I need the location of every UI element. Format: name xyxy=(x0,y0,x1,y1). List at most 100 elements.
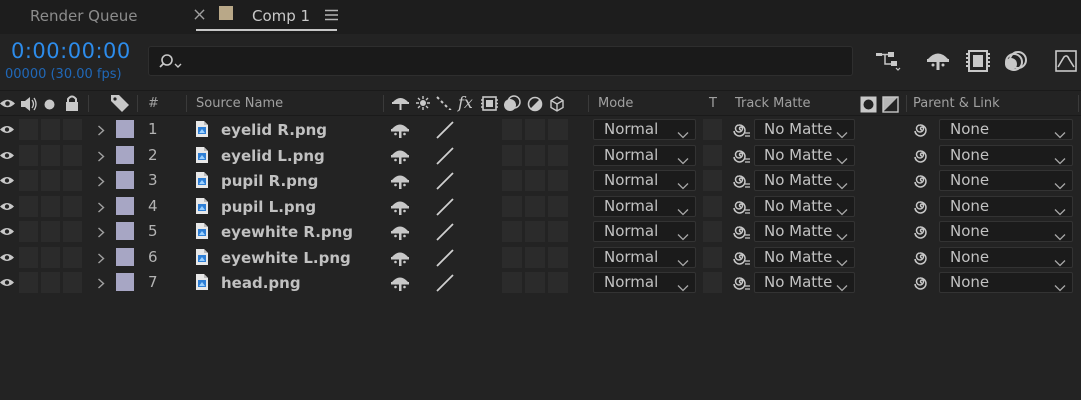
layer-row[interactable]: 5 eyewhite R.png Normal No Matte None xyxy=(0,219,1081,245)
composition-flowchart-icon[interactable] xyxy=(875,48,901,74)
layer-label-color-swatch[interactable] xyxy=(116,273,134,291)
layer-row[interactable]: 4 pupil L.png Normal No Matte None xyxy=(0,193,1081,219)
audio-toggle-cell[interactable] xyxy=(19,195,38,217)
panel-menu-icon[interactable] xyxy=(325,9,338,21)
audio-toggle-cell[interactable] xyxy=(19,221,38,242)
audio-speaker-icon[interactable] xyxy=(20,96,38,112)
parent-dropdown[interactable]: None xyxy=(939,246,1073,268)
blend-mode-dropdown[interactable]: Normal xyxy=(593,272,696,293)
layer-shy-switch-icon[interactable] xyxy=(390,274,410,292)
track-matte-pickwhip-icon[interactable] xyxy=(731,121,751,139)
blend-mode-dropdown[interactable]: Normal xyxy=(593,246,696,268)
3d-switch[interactable] xyxy=(548,221,568,242)
column-header-mode[interactable]: Mode xyxy=(598,96,633,111)
adjustment-switch[interactable] xyxy=(525,170,545,191)
lock-icon[interactable] xyxy=(65,95,79,111)
layer-visibility-eye-icon[interactable] xyxy=(0,123,14,135)
parent-dropdown[interactable]: None xyxy=(939,144,1073,166)
audio-toggle-cell[interactable] xyxy=(19,144,38,166)
3d-switch[interactable] xyxy=(548,246,568,268)
layer-visibility-eye-icon[interactable] xyxy=(0,149,14,161)
column-header-t[interactable]: T xyxy=(709,96,717,111)
blend-mode-dropdown[interactable]: Normal xyxy=(593,119,696,140)
parent-pickwhip-icon[interactable] xyxy=(912,223,932,241)
shy-layers-icon[interactable] xyxy=(925,48,951,74)
expand-chevron-icon[interactable] xyxy=(97,124,105,136)
3d-switch[interactable] xyxy=(548,119,568,140)
layer-visibility-eye-icon[interactable] xyxy=(0,174,14,186)
adjustment-layer-icon[interactable] xyxy=(527,96,543,112)
quality-icon[interactable] xyxy=(436,96,452,110)
layer-label-color-swatch[interactable] xyxy=(116,171,134,189)
layer-name[interactable]: head.png xyxy=(221,274,301,292)
layer-row[interactable]: 6 eyewhite L.png Normal No Matte None xyxy=(0,244,1081,270)
motion-blur-switch[interactable] xyxy=(502,272,522,293)
track-matte-dropdown[interactable]: No Matte xyxy=(754,195,855,217)
parent-pickwhip-icon[interactable] xyxy=(912,198,932,216)
track-matte-pickwhip-icon[interactable] xyxy=(731,172,751,190)
layer-shy-switch-icon[interactable] xyxy=(390,223,410,241)
layer-quality-switch-icon[interactable] xyxy=(435,223,455,241)
layer-label-color-swatch[interactable] xyxy=(116,145,134,164)
lock-toggle-cell[interactable] xyxy=(63,195,82,217)
layer-visibility-eye-icon[interactable] xyxy=(0,200,14,212)
current-time-display[interactable]: 0:00:00:00 xyxy=(11,39,131,63)
motion-blur-switch[interactable] xyxy=(502,170,522,191)
track-matte-pickwhip-icon[interactable] xyxy=(731,223,751,241)
expand-chevron-icon[interactable] xyxy=(97,277,105,289)
motion-blur-switch[interactable] xyxy=(502,144,522,166)
motion-blur-switch[interactable] xyxy=(502,119,522,140)
lock-toggle-cell[interactable] xyxy=(63,144,82,166)
expand-chevron-icon[interactable] xyxy=(97,150,105,162)
audio-toggle-cell[interactable] xyxy=(19,119,38,140)
solo-toggle-cell[interactable] xyxy=(41,144,60,166)
audio-toggle-cell[interactable] xyxy=(19,246,38,268)
matte-invert-icon[interactable] xyxy=(882,96,899,113)
adjustment-switch[interactable] xyxy=(525,246,545,268)
track-matte-dropdown[interactable]: No Matte xyxy=(754,246,855,268)
track-matte-pickwhip-icon[interactable] xyxy=(731,249,751,267)
layer-name[interactable]: eyewhite R.png xyxy=(221,223,353,241)
preserve-transparency-toggle[interactable] xyxy=(703,119,722,140)
column-header-source-name[interactable]: Source Name xyxy=(196,96,283,111)
layer-visibility-eye-icon[interactable] xyxy=(0,251,14,263)
parent-dropdown[interactable]: None xyxy=(939,272,1073,293)
parent-pickwhip-icon[interactable] xyxy=(912,249,932,267)
matte-source-icon[interactable] xyxy=(860,96,877,113)
motion-blur-column-icon[interactable] xyxy=(502,95,522,112)
search-icon[interactable] xyxy=(159,53,185,71)
lock-toggle-cell[interactable] xyxy=(63,119,82,140)
column-header-parent-link[interactable]: Parent & Link xyxy=(913,96,1000,111)
parent-dropdown[interactable]: None xyxy=(939,195,1073,217)
parent-pickwhip-icon[interactable] xyxy=(912,147,932,165)
layer-name[interactable]: eyewhite L.png xyxy=(221,249,351,267)
layer-row[interactable]: 1 eyelid R.png Normal No Matte None xyxy=(0,117,1081,143)
parent-dropdown[interactable]: None xyxy=(939,170,1073,191)
expand-chevron-icon[interactable] xyxy=(97,226,105,238)
layer-row[interactable]: 3 pupil R.png Normal No Matte None xyxy=(0,168,1081,194)
track-matte-dropdown[interactable]: No Matte xyxy=(754,119,855,140)
layer-label-color-swatch[interactable] xyxy=(116,247,134,266)
track-matte-pickwhip-icon[interactable] xyxy=(731,147,751,165)
adjustment-switch[interactable] xyxy=(525,272,545,293)
layer-shy-switch-icon[interactable] xyxy=(390,249,410,267)
blend-mode-dropdown[interactable]: Normal xyxy=(593,195,696,217)
solo-toggle-cell[interactable] xyxy=(41,246,60,268)
lock-toggle-cell[interactable] xyxy=(63,221,82,242)
layer-name[interactable]: eyelid R.png xyxy=(221,121,327,139)
layer-name[interactable]: eyelid L.png xyxy=(221,147,325,165)
expand-chevron-icon[interactable] xyxy=(97,175,105,187)
preserve-transparency-toggle[interactable] xyxy=(703,221,722,242)
layer-search-field[interactable] xyxy=(148,46,853,76)
track-matte-pickwhip-icon[interactable] xyxy=(731,198,751,216)
layer-shy-switch-icon[interactable] xyxy=(390,198,410,216)
preserve-transparency-toggle[interactable] xyxy=(703,170,722,191)
layer-label-color-swatch[interactable] xyxy=(116,120,134,138)
layer-row[interactable]: 7 head.png Normal No Matte None xyxy=(0,270,1081,296)
solo-toggle-cell[interactable] xyxy=(41,221,60,242)
frame-blending-icon[interactable] xyxy=(965,48,991,74)
blend-mode-dropdown[interactable]: Normal xyxy=(593,170,696,191)
solo-toggle-cell[interactable] xyxy=(41,119,60,140)
label-tag-icon[interactable] xyxy=(110,94,130,112)
layer-quality-switch-icon[interactable] xyxy=(435,172,455,190)
